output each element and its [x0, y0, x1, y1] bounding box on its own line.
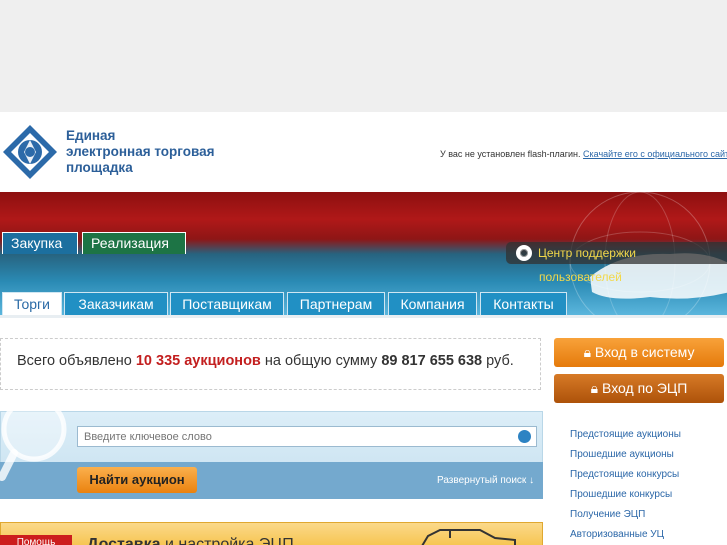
side-link-past-tenders[interactable]: Прошедшие конкурсы	[570, 489, 681, 509]
support-label-line2[interactable]: пользователей	[539, 270, 622, 284]
flash-notice: У вас не установлен flash-плагин. Скачай…	[440, 149, 727, 159]
auction-stats: Всего объявлено 10 335 аукционов на общу…	[0, 338, 541, 390]
stats-middle: на общую сумму	[264, 353, 378, 369]
promo-title-bold: Доставка	[87, 536, 161, 545]
nav-kontakty[interactable]: Контакты	[480, 292, 567, 316]
side-links: Предстоящие аукционы Прошедшие аукционы …	[570, 429, 681, 545]
logo-icon[interactable]	[2, 124, 58, 180]
promo-title-rest: и настройка ЭЦП	[164, 536, 294, 545]
logo-line: Единая	[66, 128, 116, 143]
side-link-upcoming-tenders[interactable]: Предстоящие конкурсы	[570, 469, 681, 489]
nav-postavshchikam[interactable]: Поставщикам	[170, 292, 284, 316]
login-label: Вход в систему	[594, 344, 695, 360]
flash-download-link[interactable]: Скачайте его с официального сайта	[583, 149, 727, 159]
lock-icon: 🔒︎	[583, 344, 592, 360]
find-auction-button[interactable]: Найти аукцион	[77, 467, 197, 493]
lifebuoy-icon	[516, 245, 532, 261]
side-link-past-auctions[interactable]: Прошедшие аукционы	[570, 449, 681, 469]
support-label: Центр поддержки	[538, 246, 636, 260]
ecp-login-label: Вход по ЭЦП	[602, 380, 688, 396]
auction-count: 10 335 аукционов	[135, 353, 261, 369]
tab-zakupka[interactable]: Закупка	[2, 232, 78, 254]
help-badge[interactable]: Помощь	[0, 535, 72, 545]
logo-line: электронная торговая	[66, 144, 215, 159]
flash-notice-text: У вас не установлен flash-плагин.	[440, 149, 581, 159]
search-clear-icon[interactable]	[516, 428, 533, 445]
side-link-authorized-ca[interactable]: Авторизованные УЦ	[570, 529, 681, 545]
logo-line: площадка	[66, 160, 133, 175]
stats-suffix: руб.	[486, 353, 514, 369]
tab-realizaciya[interactable]: Реализация	[82, 232, 186, 254]
delivery-car-icon	[421, 529, 516, 545]
side-link-upcoming-auctions[interactable]: Предстоящие аукционы	[570, 429, 681, 449]
nav-kompaniya[interactable]: Компания	[388, 292, 477, 316]
logo-text[interactable]: Единая электронная торговая площадка	[66, 128, 214, 176]
total-amount: 89 817 655 638	[381, 353, 483, 369]
nav-partneram[interactable]: Партнерам	[287, 292, 385, 316]
search-input[interactable]	[77, 426, 537, 447]
nav-underline	[0, 315, 727, 318]
top-gray-area	[0, 0, 727, 112]
nav-torgi[interactable]: Торги	[2, 292, 62, 316]
promo-title: Доставка и настройка ЭЦП	[87, 536, 294, 545]
nav-zakazchikam[interactable]: Заказчикам	[64, 292, 168, 316]
support-center-button[interactable]: Центр поддержки	[506, 242, 727, 264]
lock-icon: 🔒︎	[590, 380, 599, 396]
side-link-get-ecp[interactable]: Получение ЭЦП	[570, 509, 681, 529]
site-header: Единая электронная торговая площадка У в…	[0, 112, 727, 192]
login-button[interactable]: 🔒︎ Вход в систему	[554, 338, 724, 367]
magnifier-icon	[0, 411, 67, 481]
advanced-search-link[interactable]: Развернутый поиск ↓	[437, 475, 534, 486]
stats-prefix: Всего объявлено	[17, 353, 132, 369]
ecp-login-button[interactable]: 🔒︎ Вход по ЭЦП	[554, 374, 724, 403]
